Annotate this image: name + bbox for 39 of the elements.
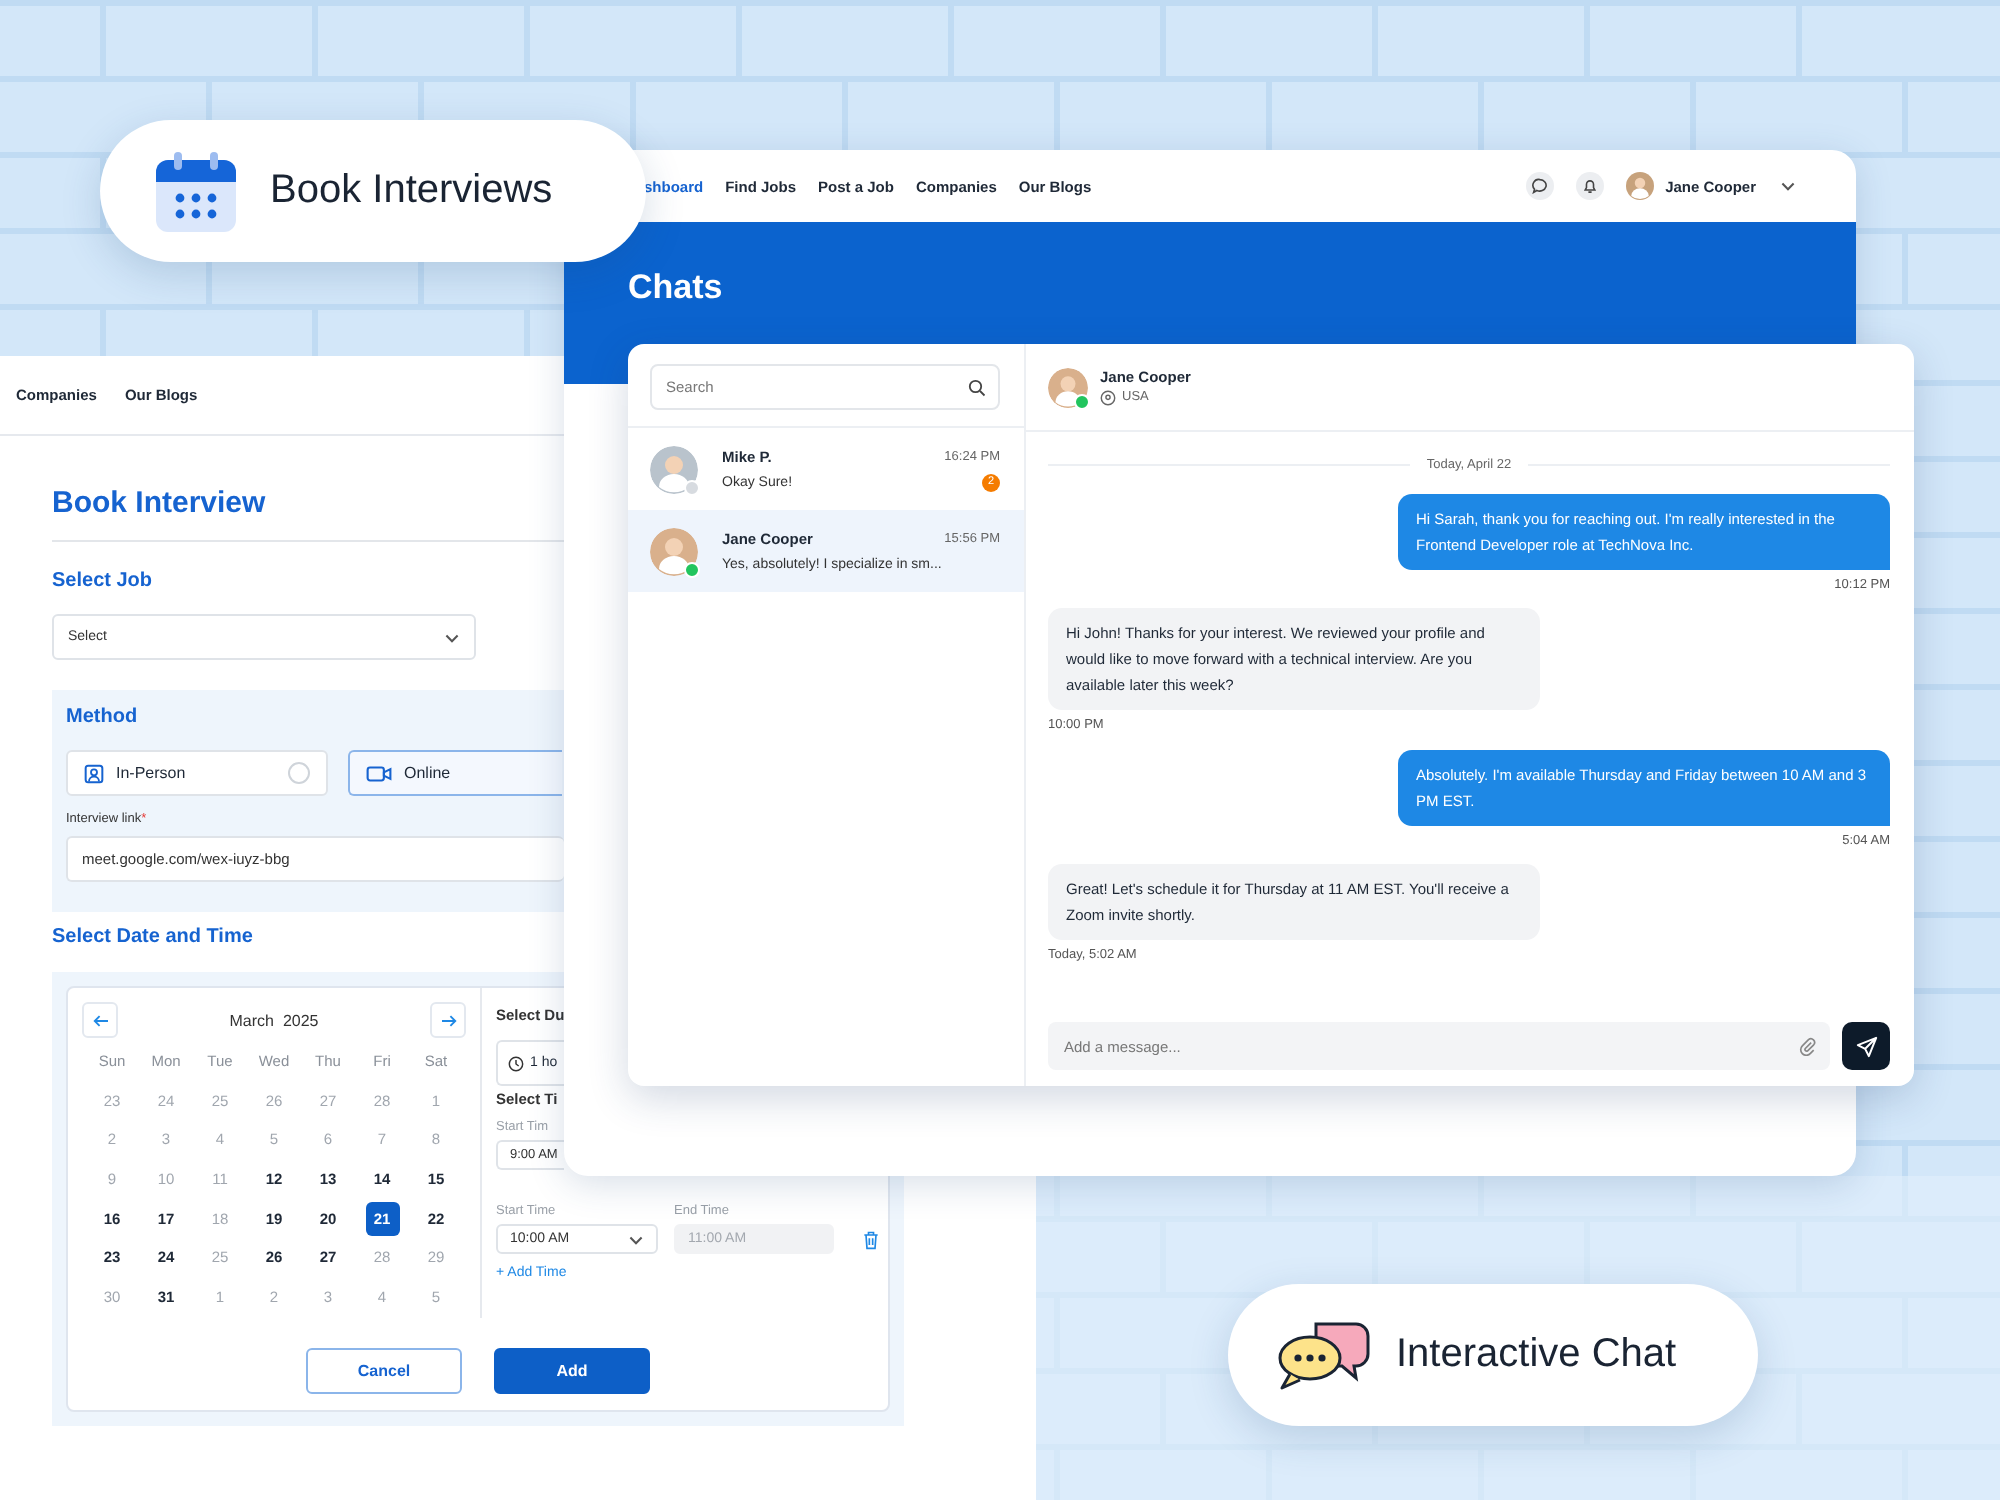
method-option[interactable]: Online xyxy=(348,750,562,796)
send-icon xyxy=(1855,1035,1877,1057)
add-button[interactable]: Add xyxy=(494,1348,650,1394)
method-option[interactable]: In-Person xyxy=(66,750,328,796)
next-month-button[interactable] xyxy=(430,1002,466,1038)
feature-title: Book Interviews xyxy=(270,168,553,214)
chevron-down-icon xyxy=(444,629,460,645)
cancel-button[interactable]: Cancel xyxy=(306,1348,462,1394)
radio-button[interactable] xyxy=(288,762,310,784)
messages-button[interactable] xyxy=(1525,172,1554,200)
avatar-icon xyxy=(1625,172,1654,200)
video-camera-icon xyxy=(366,763,392,783)
section-heading: Select Date and Time xyxy=(52,924,255,952)
avatar-icon xyxy=(650,527,698,575)
section-heading: Select Job xyxy=(52,568,155,596)
previous-month-button[interactable] xyxy=(82,1002,118,1038)
location-pin-icon xyxy=(1100,390,1116,406)
bell-icon xyxy=(1581,178,1598,194)
clock-icon xyxy=(508,1055,524,1071)
arrow-left-icon xyxy=(91,1013,109,1027)
calendar-icon xyxy=(156,151,236,231)
search-icon xyxy=(968,378,986,396)
chat-icon xyxy=(1531,178,1548,194)
trash-icon xyxy=(862,1229,880,1249)
avatar-icon xyxy=(650,445,698,493)
paperclip-icon xyxy=(1798,1036,1816,1056)
send-button[interactable] xyxy=(1842,1022,1890,1070)
arrow-right-icon xyxy=(439,1013,457,1027)
notifications-button[interactable] xyxy=(1575,172,1604,200)
page-title: Chats xyxy=(628,266,725,310)
section-heading: Method xyxy=(66,704,140,732)
month-label: March 2025 xyxy=(229,1011,319,1029)
feature-title: Interactive Chat xyxy=(1396,1332,1677,1378)
person-icon xyxy=(84,763,104,783)
avatar-icon xyxy=(1048,367,1088,407)
chat-bubbles-icon xyxy=(1276,1319,1372,1391)
chevron-down-icon xyxy=(628,1231,644,1247)
delete-button[interactable] xyxy=(862,1229,880,1249)
chevron-down-icon xyxy=(1780,178,1796,194)
